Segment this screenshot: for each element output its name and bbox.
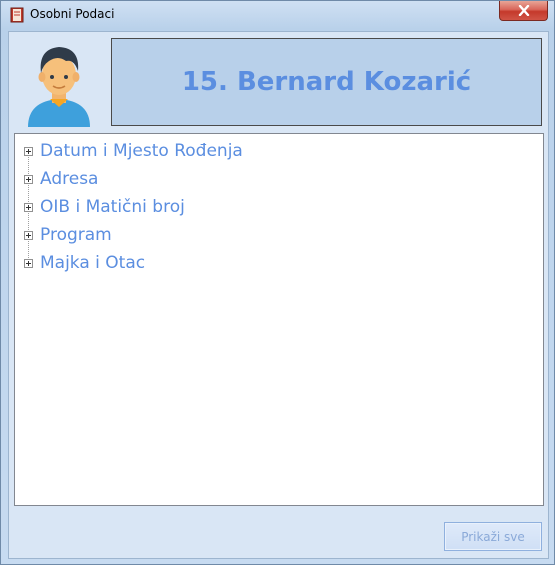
window-title: Osobni Podaci	[30, 7, 115, 21]
show-all-button[interactable]: Prikaži sve	[444, 522, 542, 551]
expand-icon[interactable]	[24, 147, 33, 156]
close-button[interactable]	[499, 1, 548, 21]
tree-item-parents[interactable]: Majka i Otac	[15, 252, 543, 274]
footer-bar: Prikaži sve	[9, 512, 548, 558]
details-tree[interactable]: Datum i Mjesto Rođenja Adresa OIB i Mati…	[14, 133, 544, 506]
client-area: 15. Bernard Kozarić Datum i Mjesto Rođen…	[8, 31, 549, 559]
tree-item-label[interactable]: OIB i Matični broj	[40, 197, 185, 217]
tree-item-label[interactable]: Adresa	[40, 169, 98, 189]
tree-item-address[interactable]: Adresa	[15, 168, 543, 190]
tree-item-oib[interactable]: OIB i Matični broj	[15, 196, 543, 218]
tree-item-program[interactable]: Program	[15, 224, 543, 246]
title-bar[interactable]: Osobni Podaci	[1, 1, 554, 28]
expand-icon[interactable]	[24, 259, 33, 268]
tree-item-label[interactable]: Program	[40, 225, 112, 245]
tree-item-label[interactable]: Majka i Otac	[40, 253, 145, 273]
close-icon	[518, 1, 530, 20]
student-name: 15. Bernard Kozarić	[181, 67, 472, 97]
tree-item-label[interactable]: Datum i Mjesto Rođenja	[40, 141, 243, 161]
expand-icon[interactable]	[24, 231, 33, 240]
expand-icon[interactable]	[24, 175, 33, 184]
expand-icon[interactable]	[24, 203, 33, 212]
app-window: Osobni Podaci 15. Bernard Kozarić Datum …	[0, 0, 555, 565]
book-icon	[10, 7, 24, 23]
user-avatar-icon	[14, 37, 104, 127]
student-name-panel: 15. Bernard Kozarić	[111, 38, 542, 126]
tree-item-birth[interactable]: Datum i Mjesto Rođenja	[15, 140, 543, 162]
